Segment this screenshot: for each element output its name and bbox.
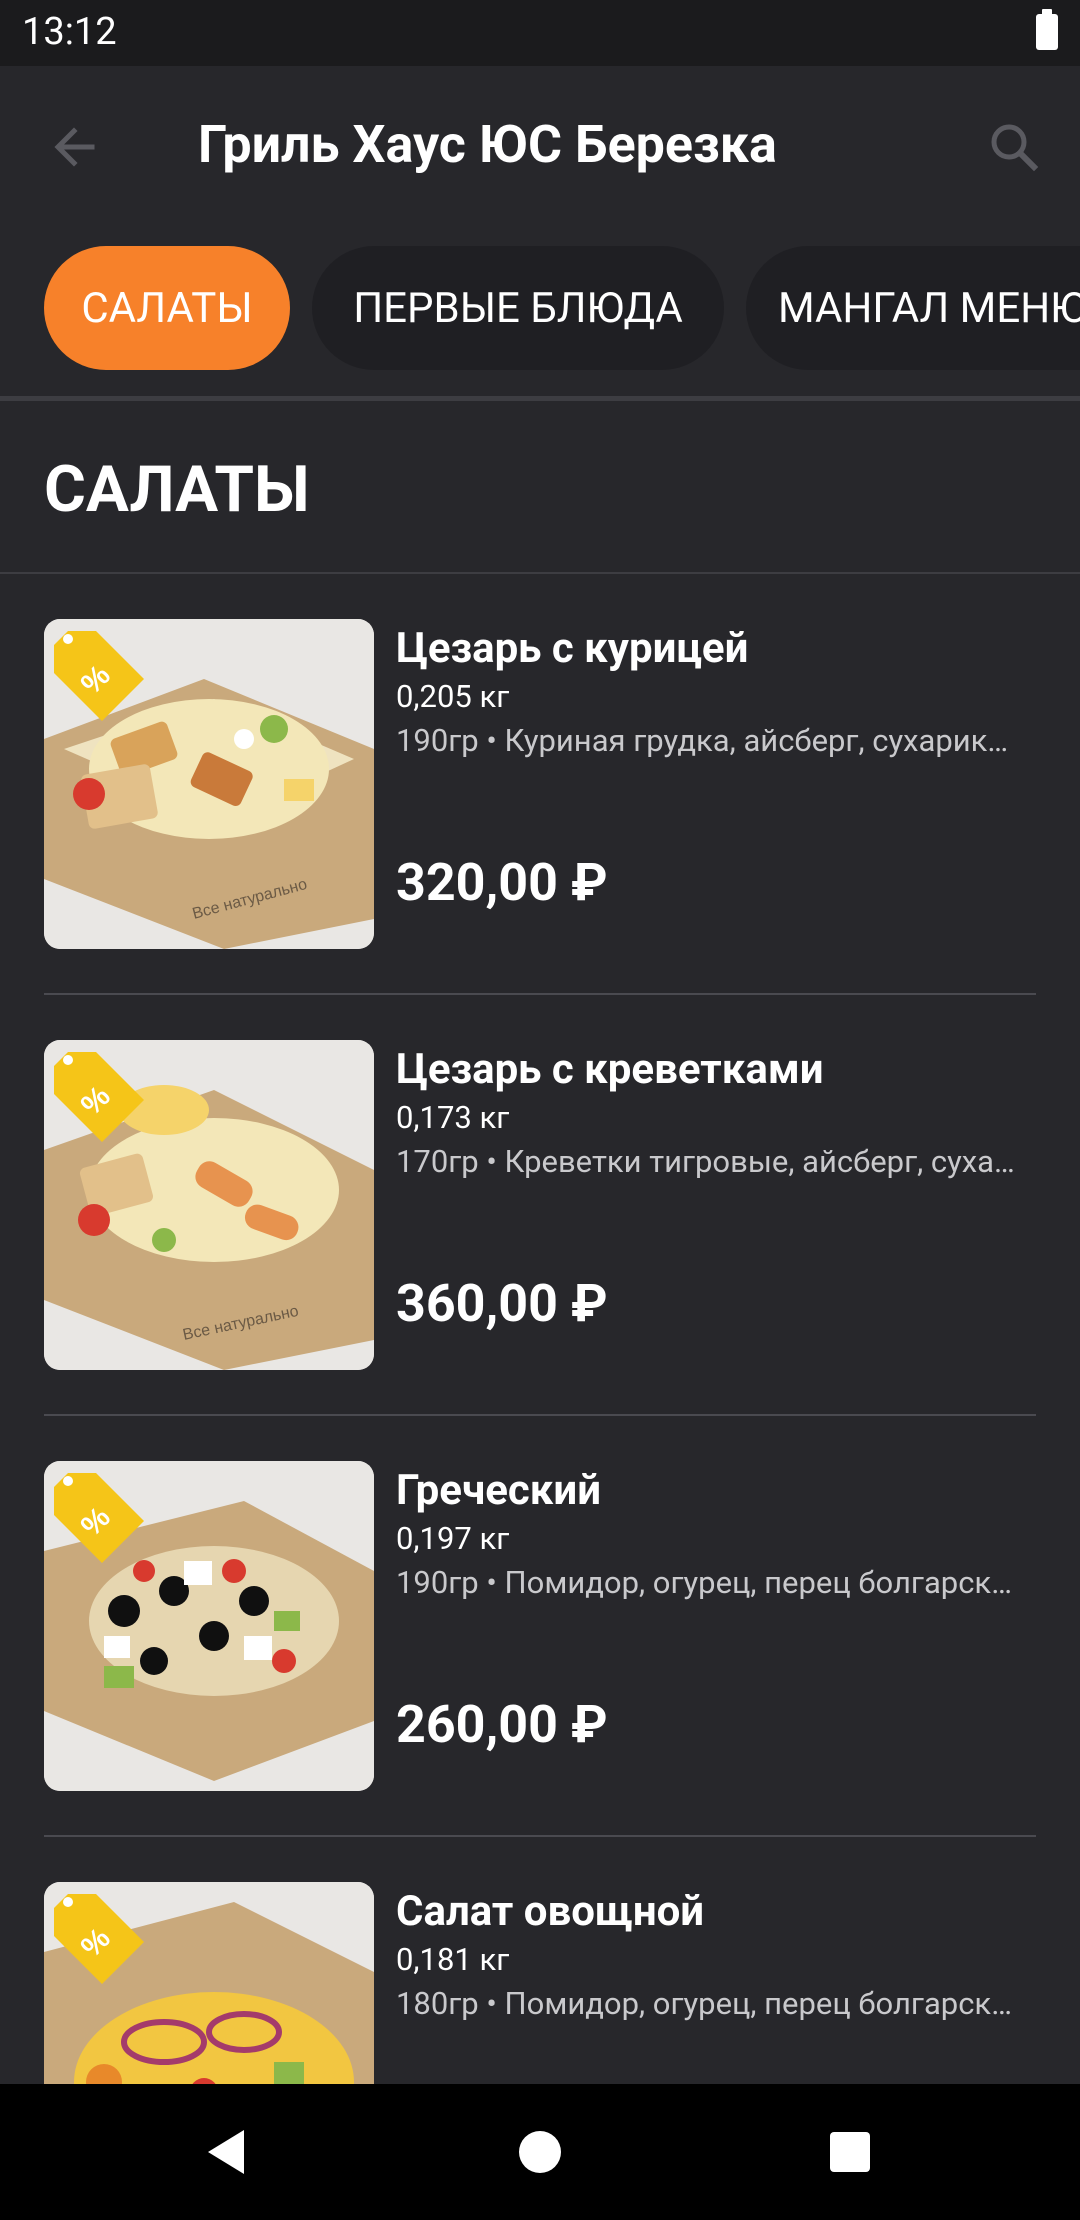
nav-recents-button[interactable] [822,2124,878,2180]
product-weight: 0,173 кг [396,1099,510,1136]
square-recents-icon [830,2132,870,2172]
back-button[interactable] [40,111,112,183]
search-button[interactable] [978,111,1050,183]
product-weight: 0,181 кг [396,1941,510,1978]
system-nav-bar [0,2084,1080,2220]
product-name: Салат овощной [396,1887,705,1936]
battery-icon [1036,9,1058,50]
product-name: Цезарь с курицей [396,624,749,673]
app-bar: Гриль Хаус ЮС Березка [0,66,1080,226]
product-price: 320,00 ₽ [396,852,608,913]
category-tabs: САЛАТЫ ПЕРВЫЕ БЛЮДА МАНГАЛ МЕНЮ [0,226,1080,396]
product-price: 360,00 ₽ [396,1273,608,1334]
triangle-back-icon [208,2130,244,2174]
product-price: 260,00 ₽ [396,1694,608,1755]
product-image[interactable]: Все натурально % [44,619,374,949]
list-item[interactable]: Все натурально % Цезарь с курицей 0,205 … [0,574,1080,995]
tab-first-courses[interactable]: ПЕРВЫЕ БЛЮДА [312,246,724,370]
list-item[interactable]: % Греческий 0,197 кг 190гр • Помидор, ог… [0,1416,1080,1837]
tabs-divider [0,396,1080,401]
product-list: Все натурально % Цезарь с курицей 0,205 … [0,574,1080,2084]
product-description: 190гр • Куриная грудка, айсберг, сухарик… [396,722,1026,759]
nav-back-button[interactable] [200,2124,256,2180]
tab-grill-menu[interactable]: МАНГАЛ МЕНЮ [746,246,1080,370]
product-weight: 0,197 кг [396,1520,510,1557]
product-weight: 0,205 кг [396,678,510,715]
product-image[interactable]: % [44,1461,374,1791]
product-description: 190гр • Помидор, огурец, перец болгарски… [396,1564,1026,1601]
product-description: 170гр • Креветки тигровые, айсберг, суха… [396,1143,1026,1180]
product-name: Греческий [396,1466,601,1515]
product-image[interactable]: % [44,1882,374,2084]
status-bar: 13:12 [0,0,1080,66]
list-item[interactable]: % Салат овощной 0,181 кг 180гр • Помидор… [0,1837,1080,2084]
arrow-left-icon [54,127,95,167]
circle-home-icon [519,2131,561,2173]
product-name: Цезарь с креветками [396,1045,824,1094]
tab-salads[interactable]: САЛАТЫ [44,246,290,370]
product-image[interactable]: Все натурально % [44,1040,374,1370]
page-title: Гриль Хаус ЮС Березка [198,114,777,175]
list-item[interactable]: Все натурально % Цезарь с креветками 0,1… [0,995,1080,1416]
status-time: 13:12 [22,10,117,54]
product-description: 180гр • Помидор, огурец, перец болгарски… [396,1985,1026,2022]
search-icon [991,124,1039,172]
nav-home-button[interactable] [512,2124,568,2180]
section-title: САЛАТЫ [44,452,310,527]
